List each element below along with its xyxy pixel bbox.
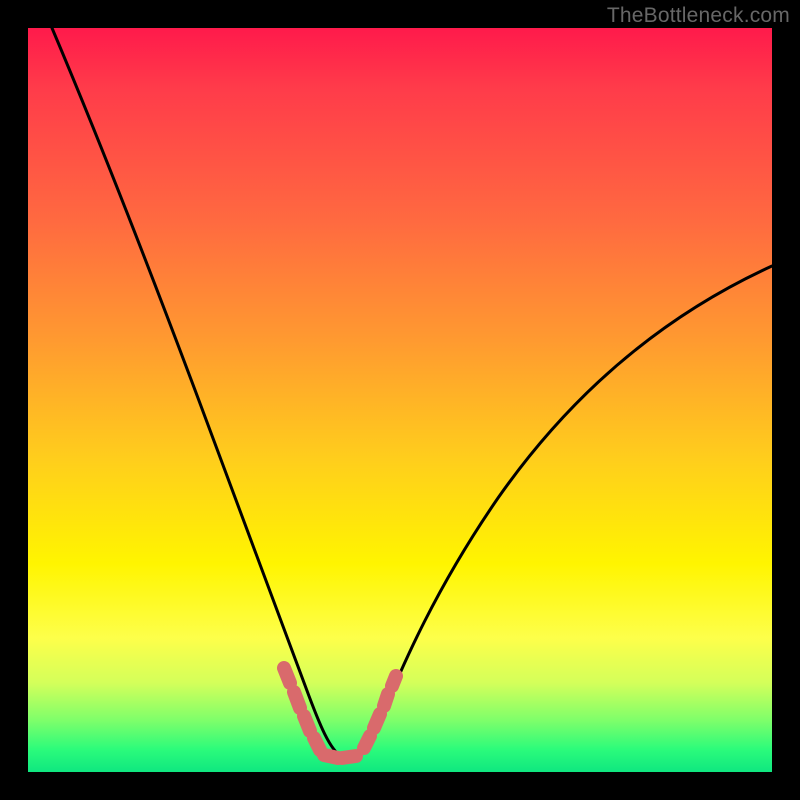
valley-markers bbox=[284, 668, 396, 758]
bottleneck-curve-svg bbox=[28, 28, 772, 772]
watermark-text: TheBottleneck.com bbox=[607, 4, 790, 28]
plot-area bbox=[28, 28, 772, 772]
bottleneck-curve bbox=[52, 28, 772, 758]
chart-frame: TheBottleneck.com bbox=[0, 0, 800, 800]
